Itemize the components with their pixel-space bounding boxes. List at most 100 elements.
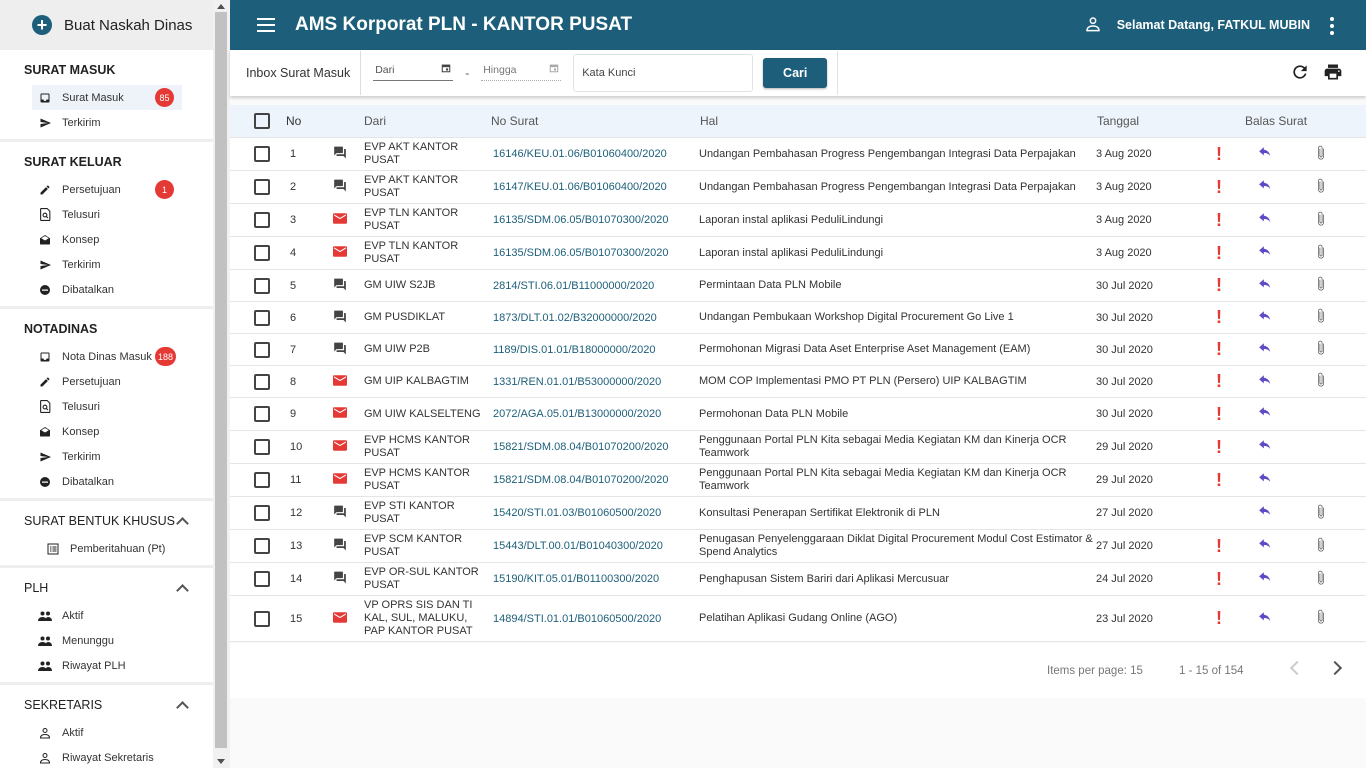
attachment-icon[interactable]: [1291, 276, 1351, 295]
date-to-field[interactable]: Hingga: [481, 59, 562, 81]
table-row[interactable]: 3 EVP TLN KANTOR PUSAT 16135/SDM.06.05/B01…: [230, 204, 1366, 237]
attachment-icon[interactable]: [1291, 340, 1351, 359]
row-checkbox[interactable]: [254, 538, 270, 554]
header-tanggal[interactable]: Tanggal: [1096, 114, 1199, 128]
attachment-icon[interactable]: [1291, 570, 1351, 589]
attachment-icon[interactable]: [1291, 372, 1351, 391]
sidebar-item-dibatalkan[interactable]: Dibatalkan: [0, 277, 213, 302]
table-row[interactable]: 10 EVP HCMS KANTOR PUSAT 15821/SDM.08.04/B…: [230, 431, 1366, 464]
sidebar-item-surat-masuk[interactable]: Surat Masuk 85: [32, 85, 182, 110]
refresh-icon[interactable]: [1290, 62, 1310, 85]
row-no-surat-link[interactable]: 15420/STI.01.03/B01060500/2020: [488, 507, 699, 519]
row-no-surat-link[interactable]: 16147/KEU.01.06/B01060400/2020: [488, 181, 699, 193]
chevron-up-icon[interactable]: [175, 698, 189, 712]
scroll-down-arrow-icon[interactable]: [217, 759, 225, 764]
reply-icon[interactable]: [1239, 440, 1291, 454]
attachment-icon[interactable]: [1291, 145, 1351, 164]
previous-page-icon[interactable]: [1289, 660, 1305, 676]
table-row[interactable]: 5 GM UIW S2JB 2814/STI.06.01/B11000000/202…: [230, 270, 1366, 302]
menu-icon[interactable]: [257, 18, 275, 32]
row-no-surat-link[interactable]: 15821/SDM.08.04/B01070200/2020: [488, 474, 699, 486]
row-checkbox[interactable]: [254, 245, 270, 261]
sidebar-scrollbar[interactable]: [213, 0, 230, 768]
calendar-icon[interactable]: [549, 63, 559, 76]
sidebar-item-aktif[interactable]: Aktif: [0, 603, 213, 628]
row-checkbox[interactable]: [254, 309, 270, 326]
row-no-surat-link[interactable]: 2814/STI.06.01/B11000000/2020: [488, 280, 699, 292]
row-no-surat-link[interactable]: 1189/DIS.01.01/B18000000/2020: [488, 344, 699, 356]
next-page-icon[interactable]: [1327, 660, 1343, 676]
search-button[interactable]: Cari: [763, 58, 828, 88]
header-no[interactable]: No: [286, 114, 333, 128]
row-no-surat-link[interactable]: 16146/KEU.01.06/B01060400/2020: [488, 148, 699, 160]
select-all-checkbox[interactable]: [254, 113, 270, 129]
attachment-icon[interactable]: [1291, 211, 1351, 230]
print-icon[interactable]: [1322, 62, 1344, 85]
table-row[interactable]: 1 EVP AKT KANTOR PUSAT 16146/KEU.01.06/B01…: [230, 138, 1366, 171]
table-row[interactable]: 6 GM PUSDIKLAT 1873/DLT.01.02/B32000000/20…: [230, 302, 1366, 334]
row-no-surat-link[interactable]: 15190/KIT.05.01/B01100300/2020: [488, 573, 699, 585]
sidebar-item-aktif[interactable]: Aktif: [0, 720, 213, 745]
reply-icon[interactable]: [1239, 572, 1291, 586]
items-per-page-label[interactable]: Items per page: 15: [1047, 665, 1143, 677]
sidebar-item-dibatalkan[interactable]: Dibatalkan: [0, 469, 213, 494]
table-row[interactable]: 12 EVP STI KANTOR PUSAT 15420/STI.01.03/B0…: [230, 497, 1366, 530]
user-greeting[interactable]: Selamat Datang, FATKUL MUBIN: [1085, 16, 1310, 35]
row-checkbox[interactable]: [254, 212, 270, 228]
reply-icon[interactable]: [1239, 539, 1291, 553]
reply-icon[interactable]: [1239, 213, 1291, 227]
row-checkbox[interactable]: [254, 179, 270, 195]
attachment-icon[interactable]: [1291, 178, 1351, 197]
row-no-surat-link[interactable]: 2072/AGA.05.01/B13000000/2020: [488, 408, 699, 420]
sidebar-item-terkirim[interactable]: Terkirim: [0, 110, 213, 135]
sidebar-item-riwayat-sekretaris[interactable]: Riwayat Sekretaris: [0, 745, 213, 768]
row-no-surat-link[interactable]: 1331/REN.01.01/B53000000/2020: [488, 376, 699, 388]
more-vert-icon[interactable]: [1330, 17, 1334, 35]
row-checkbox[interactable]: [254, 277, 270, 294]
table-row[interactable]: 14 EVP OR-SUL KANTOR PUSAT 15190/KIT.05.01…: [230, 563, 1366, 596]
reply-icon[interactable]: [1239, 473, 1291, 487]
attachment-icon[interactable]: [1291, 504, 1351, 523]
sidebar-item-telusuri[interactable]: Telusuri: [0, 202, 213, 227]
sidebar-item-persetujuan[interactable]: Persetujuan: [0, 369, 213, 394]
reply-icon[interactable]: [1239, 407, 1291, 421]
reply-icon[interactable]: [1239, 278, 1291, 293]
row-no-surat-link[interactable]: 15821/SDM.08.04/B01070200/2020: [488, 441, 699, 453]
row-checkbox[interactable]: [254, 571, 270, 587]
row-checkbox[interactable]: [254, 439, 270, 455]
row-checkbox[interactable]: [254, 610, 270, 627]
row-checkbox[interactable]: [254, 146, 270, 162]
row-no-surat-link[interactable]: 15443/DLT.00.01/B01040300/2020: [488, 540, 699, 552]
reply-icon[interactable]: [1239, 180, 1291, 194]
sidebar-item-konsep[interactable]: Konsep: [0, 227, 213, 252]
header-no-surat[interactable]: No Surat: [488, 114, 699, 128]
row-no-surat-link[interactable]: 1873/DLT.01.02/B32000000/2020: [488, 312, 699, 324]
reply-icon[interactable]: [1239, 374, 1291, 389]
row-checkbox[interactable]: [254, 341, 270, 358]
table-row[interactable]: 4 EVP TLN KANTOR PUSAT 16135/SDM.06.05/B01…: [230, 237, 1366, 270]
reply-icon[interactable]: [1239, 506, 1291, 520]
sidebar-item-pemberitahuan[interactable]: Pemberitahuan (Pt): [0, 536, 213, 561]
sidebar-item-nota-dinas-masuk[interactable]: Nota Dinas Masuk 188: [0, 344, 213, 369]
header-hal[interactable]: Hal: [699, 114, 1096, 128]
reply-icon[interactable]: [1239, 147, 1291, 161]
attachment-icon[interactable]: [1291, 609, 1351, 628]
reply-icon[interactable]: [1239, 246, 1291, 260]
section-header[interactable]: SURAT BENTUK KHUSUS: [0, 501, 213, 536]
table-row[interactable]: 9 GM UIW KALSELTENG 2072/AGA.05.01/B130000…: [230, 398, 1366, 431]
sidebar-item-terkirim[interactable]: Terkirim: [0, 444, 213, 469]
section-header[interactable]: SEKRETARIS: [0, 685, 213, 720]
calendar-icon[interactable]: [441, 63, 451, 76]
chevron-up-icon[interactable]: [175, 514, 189, 528]
reply-icon[interactable]: [1239, 342, 1291, 357]
row-no-surat-link[interactable]: 16135/SDM.06.05/B01070300/2020: [488, 214, 699, 226]
table-row[interactable]: 13 EVP SCM KANTOR PUSAT 15443/DLT.00.01/B0…: [230, 530, 1366, 563]
sidebar-item-konsep[interactable]: Konsep: [0, 419, 213, 444]
table-row[interactable]: 7 GM UIW P2B 1189/DIS.01.01/B18000000/2020…: [230, 334, 1366, 366]
table-row[interactable]: 2 EVP AKT KANTOR PUSAT 16147/KEU.01.06/B01…: [230, 171, 1366, 204]
attachment-icon[interactable]: [1291, 537, 1351, 556]
sidebar-item-telusuri[interactable]: Telusuri: [0, 394, 213, 419]
table-row[interactable]: 15 VP OPRS SIS DAN TI KAL, SUL, MALUKU, P…: [230, 596, 1366, 642]
row-checkbox[interactable]: [254, 505, 270, 521]
reply-icon[interactable]: [1239, 611, 1291, 626]
